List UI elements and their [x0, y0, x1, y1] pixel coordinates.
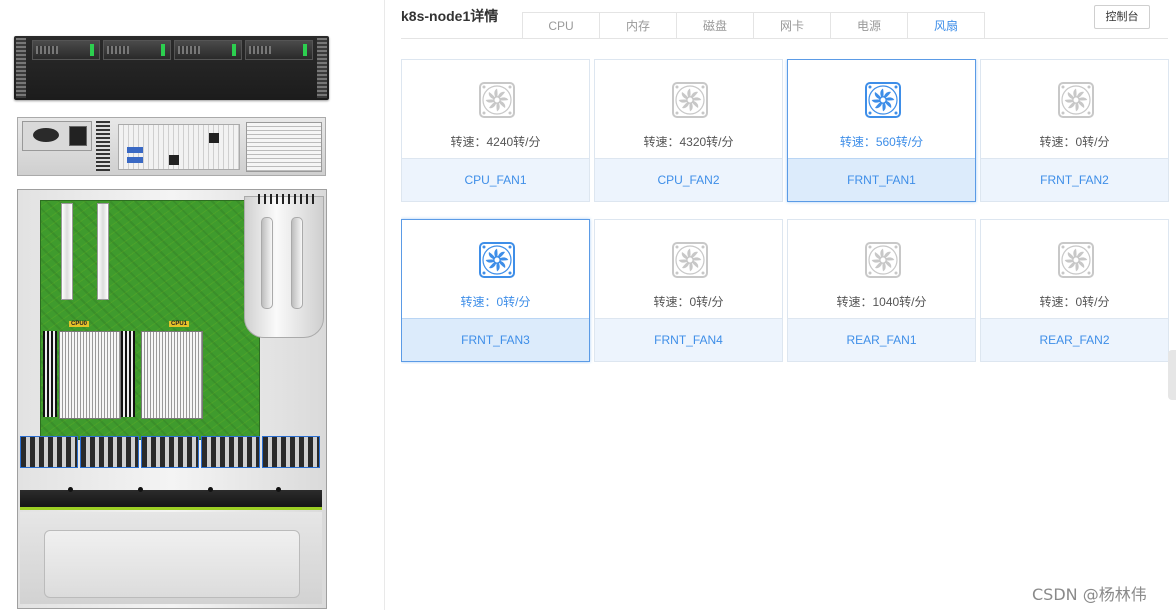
- fan-card[interactable]: 转速：0转/分 REAR_FAN2: [980, 219, 1169, 362]
- fan-module: [261, 436, 321, 468]
- fan-card[interactable]: 转速：0转/分 FRNT_FAN2: [980, 59, 1169, 202]
- fan-module: [201, 436, 260, 468]
- cpu1-heatsink: [141, 331, 203, 419]
- cpu0-heatsink: [59, 331, 121, 419]
- network-port: [169, 155, 179, 165]
- fan-speed: 转速：0转/分: [653, 295, 724, 309]
- fan-icon: [479, 82, 515, 118]
- fan-icon: [479, 242, 515, 278]
- fan-icon: [672, 82, 708, 118]
- fan-name: FRNT_FAN3: [402, 318, 589, 361]
- fan-icon: [865, 82, 901, 118]
- fan-speed: 转速：0转/分: [460, 295, 531, 309]
- scrollbar[interactable]: [1168, 350, 1176, 400]
- fan-card[interactable]: 转速：1040转/分 REAR_FAN1: [787, 219, 976, 362]
- tab-memory[interactable]: 内存: [599, 12, 676, 39]
- fan-card[interactable]: 转速：0转/分 FRNT_FAN3: [401, 219, 590, 362]
- drive-bay: [245, 40, 313, 60]
- header-divider: [401, 38, 1168, 39]
- fan-name: REAR_FAN2: [981, 318, 1168, 361]
- tab-cpu[interactable]: CPU: [522, 12, 599, 39]
- fan-row: [20, 436, 322, 468]
- cpu0-label: CPU0: [69, 321, 90, 327]
- fan-speed: 转速：4240转/分: [450, 135, 541, 149]
- fan-card[interactable]: 转速：0转/分 FRNT_FAN4: [594, 219, 783, 362]
- server-hardware-view: CPU0 CPU1: [0, 0, 385, 610]
- cpu1-label: CPU1: [169, 321, 190, 327]
- fan-card[interactable]: 转速：4320转/分 CPU_FAN2: [594, 59, 783, 202]
- fan-icon: [1058, 82, 1094, 118]
- component-tabs: CPU 内存 磁盘 网卡 电源 风扇: [522, 12, 985, 39]
- motherboard: CPU0 CPU1: [40, 200, 260, 440]
- fan-speed: 转速：0转/分: [1039, 295, 1110, 309]
- page-title: k8s-node1详情: [401, 8, 499, 24]
- usb-port: [127, 157, 143, 163]
- tab-nic[interactable]: 网卡: [753, 12, 830, 39]
- fan-icon: [1058, 242, 1094, 278]
- fan-name: FRNT_FAN4: [595, 318, 782, 361]
- server-top-view: CPU0 CPU1: [17, 189, 327, 609]
- tab-fan[interactable]: 风扇: [907, 12, 985, 39]
- fan-name: FRNT_FAN1: [788, 158, 975, 201]
- fan-module: [80, 436, 139, 468]
- pcie-riser: [97, 203, 109, 300]
- fan-card[interactable]: 转速：4240转/分 CPU_FAN1: [401, 59, 590, 202]
- screw: [208, 487, 213, 492]
- pcie-slots: [246, 122, 322, 172]
- rack-ear-left: [16, 38, 26, 98]
- watermark: CSDN @杨林伟: [1032, 585, 1147, 604]
- panel-divider: [384, 0, 385, 610]
- memory-slots: [121, 331, 135, 417]
- fan-module: [140, 436, 200, 468]
- server-front-panel: [14, 36, 329, 100]
- fan-card[interactable]: 转速：560转/分 FRNT_FAN1: [787, 59, 976, 202]
- drive-bay: [174, 40, 242, 60]
- drive-bay: [103, 40, 171, 60]
- tab-disk[interactable]: 磁盘: [676, 12, 753, 39]
- drive-tray: [44, 530, 300, 598]
- drive-bay: [32, 40, 100, 60]
- fan-speed: 转速：4320转/分: [643, 135, 734, 149]
- fan-icon: [672, 242, 708, 278]
- screw: [138, 487, 143, 492]
- screw: [276, 487, 281, 492]
- tab-power[interactable]: 电源: [830, 12, 907, 39]
- fan-name: CPU_FAN2: [595, 158, 782, 201]
- air-duct: [244, 196, 324, 338]
- io-ports: [118, 124, 240, 170]
- fan-name: REAR_FAN1: [788, 318, 975, 361]
- fan-card-grid: 转速：4240转/分 CPU_FAN1 转速：4320转/分 CPU_FAN2 …: [401, 59, 1176, 364]
- fan-icon: [865, 242, 901, 278]
- rack-ear-right: [317, 38, 327, 98]
- screw: [68, 487, 73, 492]
- fan-name: CPU_FAN1: [402, 158, 589, 201]
- power-supply: [22, 121, 92, 151]
- console-button[interactable]: 控制台: [1094, 5, 1150, 29]
- fan-speed: 转速：1040转/分: [836, 295, 927, 309]
- fan-speed: 转速：560转/分: [839, 135, 924, 149]
- drive-cage: [20, 490, 322, 510]
- fan-name: FRNT_FAN2: [981, 158, 1168, 201]
- drive-bays: [32, 40, 313, 60]
- usb-port: [127, 147, 143, 153]
- vent: [96, 121, 110, 171]
- fan-speed: 转速：0转/分: [1039, 135, 1110, 149]
- server-rear-panel: [17, 117, 326, 176]
- fan-module: [20, 436, 79, 468]
- pcie-riser: [61, 203, 73, 300]
- memory-slots: [43, 331, 57, 417]
- chassis-front: [20, 512, 322, 604]
- network-port: [209, 133, 219, 143]
- connector-pins: [258, 194, 318, 204]
